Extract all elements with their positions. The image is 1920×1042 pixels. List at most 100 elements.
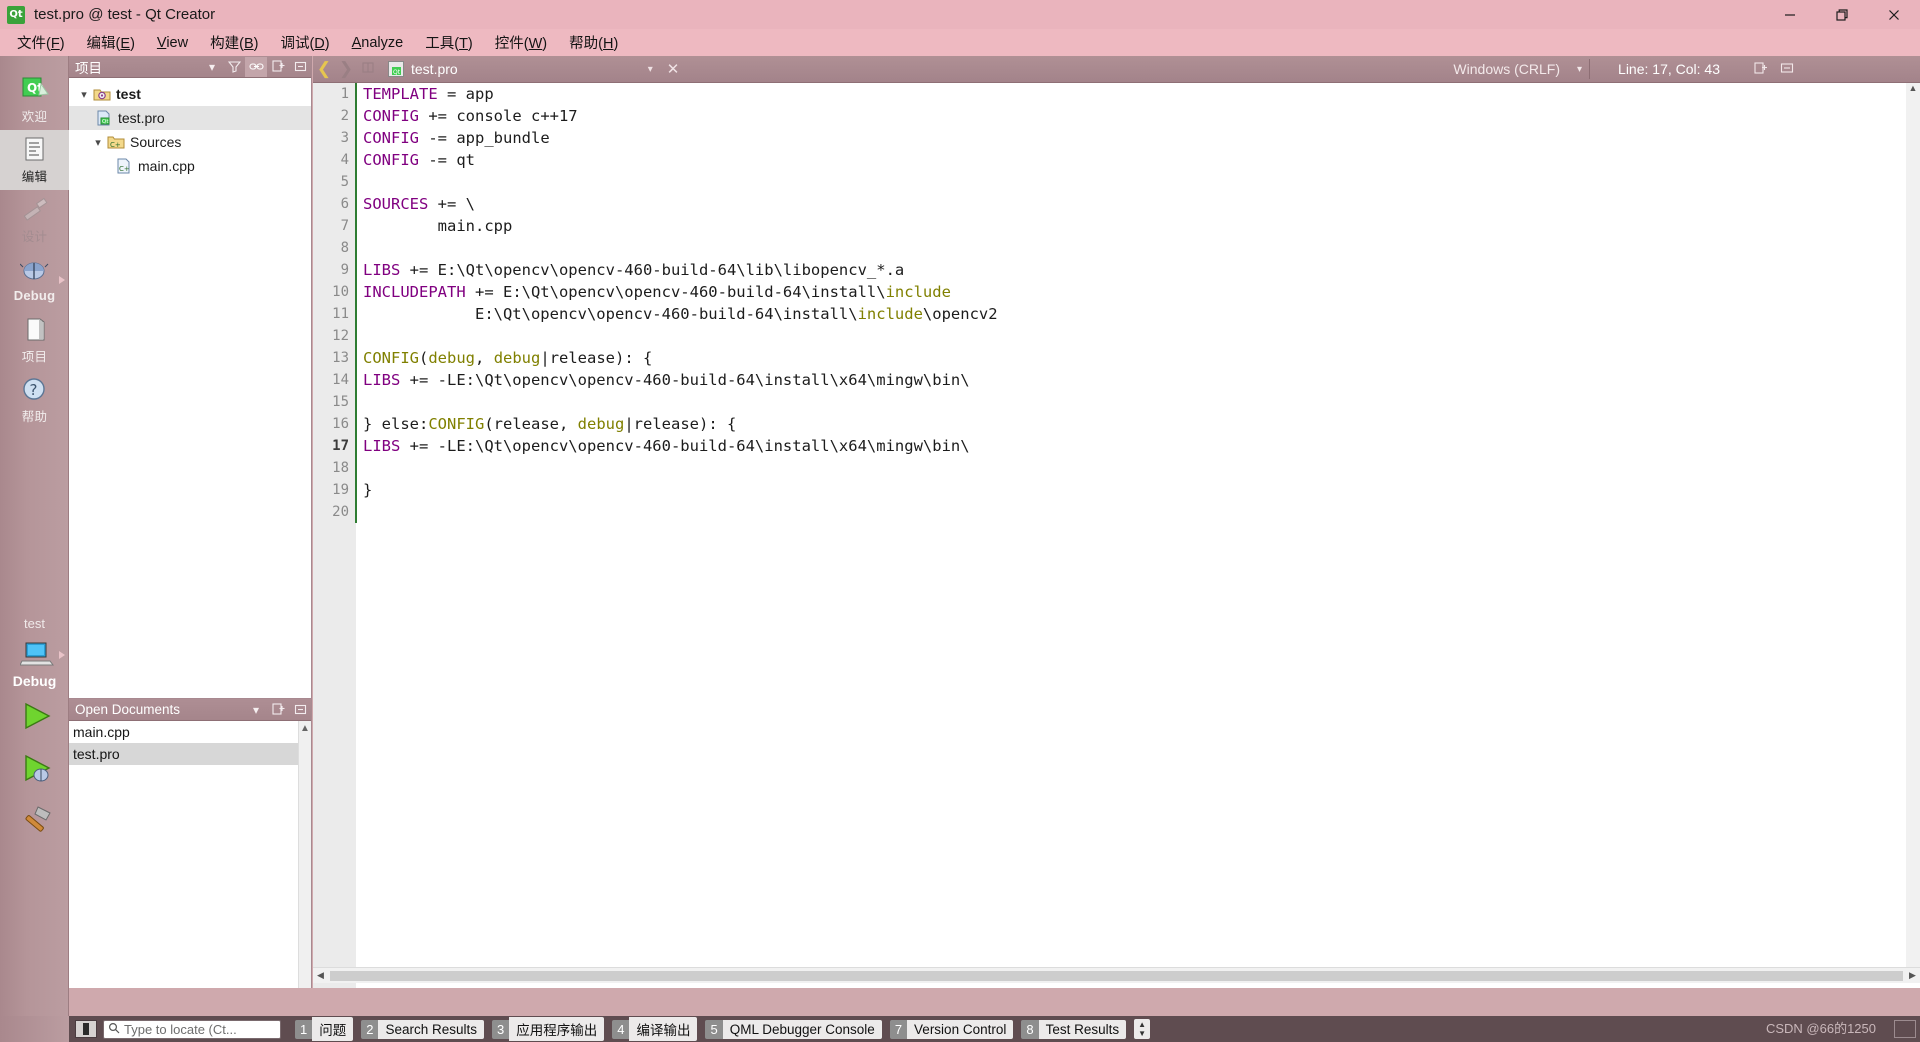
code-editor[interactable]: 1 2 3 4 5 6 7 8 9 10 11 12 13 14 15 16 17 18 19 20 TEMPLATE…	[313, 83, 1920, 988]
menu-debug[interactable]: 调试(D)	[269, 29, 340, 56]
resize-grip[interactable]	[1894, 1020, 1916, 1038]
tree-item-test-pro[interactable]: Qt test.pro	[69, 106, 311, 130]
code-line[interactable]: LIBS += E:\Qt\opencv\opencv-460-build-64…	[363, 259, 1900, 281]
open-document-item-test-pro[interactable]: test.pro	[69, 743, 311, 765]
scroll-up-arrow-icon[interactable]: ▲	[299, 721, 311, 734]
menu-view[interactable]: View	[146, 32, 199, 54]
menu-analyze[interactable]: Analyze	[341, 32, 415, 54]
output-pane-issues[interactable]: 1 问题	[295, 1017, 354, 1041]
output-pane-qml-debugger-console[interactable]: 5 QML Debugger Console	[705, 1019, 882, 1039]
open-documents-scrollbar[interactable]: ▲	[298, 721, 311, 988]
minimize-button[interactable]	[1764, 0, 1816, 29]
tree-item-test[interactable]: ▾ test	[69, 82, 311, 106]
chevron-down-icon[interactable]: ▾	[201, 57, 223, 77]
maximize-button[interactable]	[1816, 0, 1868, 29]
menu-edit[interactable]: 编辑(E)	[76, 29, 146, 56]
line-number: 18	[332, 460, 349, 476]
code-line[interactable]: E:\Qt\opencv\opencv-460-build-64\install…	[363, 303, 1900, 325]
menu-tools[interactable]: 工具(T)	[414, 29, 484, 56]
code-line[interactable]	[363, 501, 1900, 523]
close-panel-icon[interactable]	[289, 700, 311, 720]
tree-item-main-cpp[interactable]: C+ main.cpp	[69, 154, 311, 178]
mode-help[interactable]: ? 帮助	[0, 370, 69, 430]
code-line[interactable]	[363, 237, 1900, 259]
code-line[interactable]	[363, 171, 1900, 193]
code-line[interactable]: } else:CONFIG(release, debug|release): {	[363, 413, 1900, 435]
navigate-back-button[interactable]: ❮	[313, 59, 335, 79]
code-token: CONFIG	[363, 151, 419, 169]
pane-label: 问题	[312, 1017, 354, 1041]
output-pane-application-output[interactable]: 3 应用程序输出	[492, 1017, 605, 1041]
cursor-position-label[interactable]: Line: 17, Col: 43	[1618, 61, 1720, 77]
close-document-icon[interactable]: ✕	[667, 60, 680, 78]
code-line[interactable]: CONFIG -= app_bundle	[363, 127, 1900, 149]
code-line[interactable]: CONFIG(debug, debug|release): {	[363, 347, 1900, 369]
mode-debug[interactable]: Debug	[0, 250, 69, 310]
cpp-file-icon: C+	[115, 158, 133, 174]
build-button[interactable]	[0, 793, 69, 845]
kit-selector-button[interactable]	[0, 633, 69, 677]
output-pane-test-results[interactable]: 8 Test Results	[1021, 1019, 1127, 1039]
chevron-down-icon[interactable]: ▾	[1577, 64, 1582, 75]
code-line[interactable]: }	[363, 479, 1900, 501]
code-line[interactable]	[363, 325, 1900, 347]
chevron-down-icon[interactable]: ▾	[245, 700, 267, 720]
code-token: |release): {	[624, 415, 737, 433]
navigate-forward-button[interactable]: ❯	[335, 59, 357, 79]
editor-horizontal-scrollbar[interactable]: ◀ ▶	[313, 967, 1920, 983]
locator-input[interactable]: Type to locate (Ct...	[103, 1019, 281, 1039]
mode-edit[interactable]: 编辑	[0, 130, 69, 190]
scroll-up-arrow-icon[interactable]: ▲	[1906, 83, 1920, 93]
split-icon[interactable]	[267, 700, 289, 720]
code-content[interactable]: TEMPLATE = app CONFIG += console c++17 CON…	[363, 83, 1900, 523]
close-split-button[interactable]	[1780, 61, 1794, 78]
menu-build[interactable]: 构建(B)	[199, 29, 269, 56]
code-line[interactable]	[363, 391, 1900, 413]
code-line[interactable]: LIBS += -LE:\Qt\opencv\opencv-460-build-…	[363, 435, 1900, 457]
menu-file[interactable]: 文件(F)	[6, 29, 76, 56]
code-token: CONFIG	[363, 349, 419, 367]
sidebar-toggle-icon[interactable]	[75, 1020, 97, 1038]
window-controls	[1764, 0, 1920, 29]
scroll-left-arrow-icon[interactable]: ◀	[313, 970, 328, 981]
code-line[interactable]	[363, 457, 1900, 479]
run-button[interactable]	[0, 689, 69, 741]
code-line[interactable]: TEMPLATE = app	[363, 83, 1900, 105]
twisty-icon[interactable]: ▾	[89, 136, 107, 149]
menu-help[interactable]: 帮助(H)	[558, 29, 629, 56]
output-pane-compile-output[interactable]: 4 编译输出	[612, 1017, 698, 1041]
mode-welcome[interactable]: Qt 欢迎	[0, 70, 69, 130]
scroll-right-arrow-icon[interactable]: ▶	[1905, 970, 1920, 981]
scrollbar-thumb[interactable]	[330, 970, 1903, 981]
code-line[interactable]: INCLUDEPATH += E:\Qt\opencv\opencv-460-b…	[363, 281, 1900, 303]
line-ending-selector[interactable]: Windows (CRLF)	[1453, 61, 1560, 77]
close-panel-icon[interactable]	[289, 57, 311, 77]
code-line[interactable]: LIBS += -LE:\Qt\opencv\opencv-460-build-…	[363, 369, 1900, 391]
document-dropdown-icon[interactable]: ▾	[648, 64, 653, 75]
filter-icon[interactable]	[223, 57, 245, 77]
menu-widgets[interactable]: 控件(W)	[484, 29, 558, 56]
mode-projects[interactable]: 项目	[0, 310, 69, 370]
tree-item-label: main.cpp	[138, 158, 195, 174]
code-line[interactable]: CONFIG += console c++17	[363, 105, 1900, 127]
tree-item-sources[interactable]: ▾ C+ Sources	[69, 130, 311, 154]
split-editor-button[interactable]	[357, 59, 379, 79]
output-pane-stepper[interactable]: ▲ ▼	[1134, 1019, 1151, 1039]
start-debugging-button[interactable]	[0, 741, 69, 793]
active-document-name[interactable]: test.pro	[411, 61, 458, 77]
code-token: -= qt	[419, 151, 475, 169]
close-button[interactable]	[1868, 0, 1920, 29]
split-icon[interactable]	[267, 57, 289, 77]
kit-project-name[interactable]: test	[0, 616, 69, 631]
code-line[interactable]: SOURCES += \	[363, 193, 1900, 215]
editor-vertical-scrollbar[interactable]: ▲	[1906, 83, 1920, 967]
open-document-item-main-cpp[interactable]: main.cpp	[69, 721, 311, 743]
output-pane-search-results[interactable]: 2 Search Results	[361, 1019, 485, 1039]
code-line[interactable]: CONFIG -= qt	[363, 149, 1900, 171]
toolbar-divider	[1589, 59, 1590, 79]
split-pane-button[interactable]	[1754, 61, 1768, 78]
twisty-icon[interactable]: ▾	[75, 88, 93, 101]
code-line[interactable]: main.cpp	[363, 215, 1900, 237]
link-sync-icon[interactable]	[245, 56, 267, 77]
output-pane-version-control[interactable]: 7 Version Control	[889, 1019, 1014, 1039]
